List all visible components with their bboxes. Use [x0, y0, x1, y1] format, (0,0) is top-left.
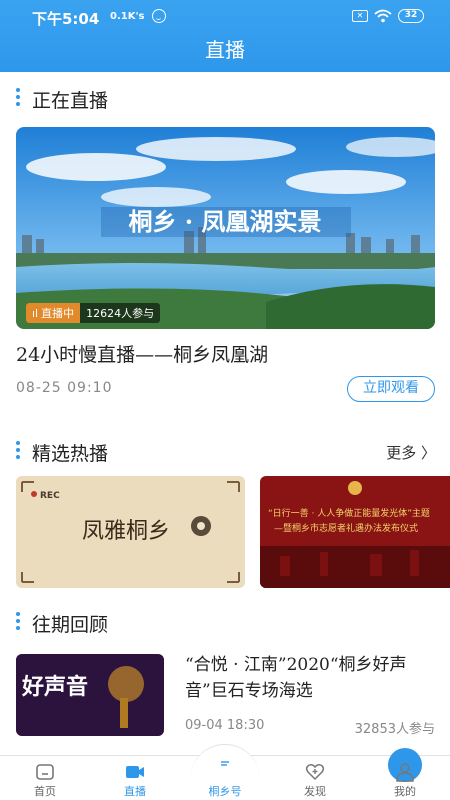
nav-tongxiang-label: 桐乡号 [208, 785, 242, 798]
watch-now-button[interactable]: 立即观看 [347, 376, 435, 402]
user-icon [396, 763, 414, 782]
live-status-tag: ıl 直播中 [26, 303, 81, 323]
hot-card-caption: 凤雅桐乡 [82, 519, 170, 544]
tongxiang-icon [218, 758, 232, 770]
live-stream-title[interactable]: 24小时慢直播——桐乡凤凰湖 [16, 340, 268, 367]
review-title[interactable]: “合悦 · 江南”2020“桐乡好声音”巨石专场海选 [185, 652, 435, 704]
wifi-icon [374, 9, 392, 23]
nav-live-label: 直播 [124, 785, 146, 798]
discover-icon [305, 764, 325, 781]
nav-mine[interactable]: 我的 [360, 756, 450, 800]
nav-mine-label: 我的 [394, 785, 416, 798]
hot-card[interactable]: REC 凤雅桐乡 [16, 476, 245, 588]
more-link[interactable]: 更多 〉 [386, 442, 436, 463]
live-section-title: 正在直播 [32, 90, 109, 112]
bottom-navigation: 首页 直播 桐乡号 发现 我的 [0, 744, 450, 800]
hot-card-subcaption: —暨桐乡市志愿者礼遇办法发布仪式 [274, 522, 418, 534]
hot-section-header: 精选热播 更多 〉 [16, 439, 436, 465]
review-section-title: 往期回顾 [32, 614, 109, 636]
hot-card-image: REC 凤雅桐乡 [16, 476, 245, 588]
video-icon [126, 766, 144, 778]
sim-icon: ✕ [352, 10, 368, 22]
nav-home-label: 首页 [34, 785, 56, 798]
app-header: 下午5:04 0.1K's ✕ 32 直播 [0, 0, 450, 72]
section-marker-icon [16, 88, 20, 108]
banner-caption: 桐乡 · 凤凰湖实景 [128, 207, 321, 236]
home-icon [36, 764, 54, 780]
nav-tongxiang[interactable]: 桐乡号 [180, 748, 422, 800]
review-date: 09-04 18:30 [185, 718, 265, 733]
status-time: 下午5:04 [32, 10, 100, 28]
live-date: 08-25 09:10 [16, 380, 113, 396]
live-section-header: 正在直播 [16, 86, 436, 112]
hot-card-image: “日行一善 · 人人争做正能量发光体”主题 —暨桐乡市志愿者礼遇办法发布仪式 [260, 476, 450, 588]
nav-discover-label: 发现 [304, 785, 326, 798]
participant-count: 12624人参与 [86, 307, 155, 320]
signal-icon: ıl [32, 306, 39, 320]
hot-section-title: 精选热播 [32, 443, 109, 465]
review-thumbnail[interactable]: 好声音 [16, 654, 164, 736]
page-title: 直播 [205, 38, 245, 62]
battery-icon: 32 [398, 9, 424, 23]
nav-discover[interactable]: 发现 [270, 756, 360, 800]
live-banner-image: 桐乡 · 凤凰湖实景 [16, 127, 435, 329]
nav-home[interactable]: 首页 [0, 756, 90, 800]
review-thumbnail-image: 好声音 [16, 654, 164, 736]
smiley-icon [152, 9, 166, 23]
hot-card-caption: “日行一善 · 人人争做正能量发光体”主题 [268, 507, 430, 519]
live-banner[interactable]: 桐乡 · 凤凰湖实景 ıl 直播中 12624人参与 [16, 127, 435, 329]
live-badge: ıl 直播中 12624人参与 [26, 303, 161, 323]
review-thumb-caption: 好声音 [21, 674, 88, 700]
review-count: 32853人参与 [354, 722, 435, 737]
live-status-label: 直播中 [41, 307, 75, 320]
status-bar: 下午5:04 0.1K's ✕ 32 [0, 0, 450, 32]
nav-live[interactable]: 直播 [90, 756, 180, 800]
section-marker-icon [16, 441, 20, 461]
section-marker-icon [16, 612, 20, 632]
review-section-header: 往期回顾 [16, 610, 436, 636]
rec-label: REC [40, 491, 60, 501]
network-speed: 0.1K's [110, 11, 145, 22]
hot-card[interactable]: “日行一善 · 人人争做正能量发光体”主题 —暨桐乡市志愿者礼遇办法发布仪式 [260, 476, 450, 588]
